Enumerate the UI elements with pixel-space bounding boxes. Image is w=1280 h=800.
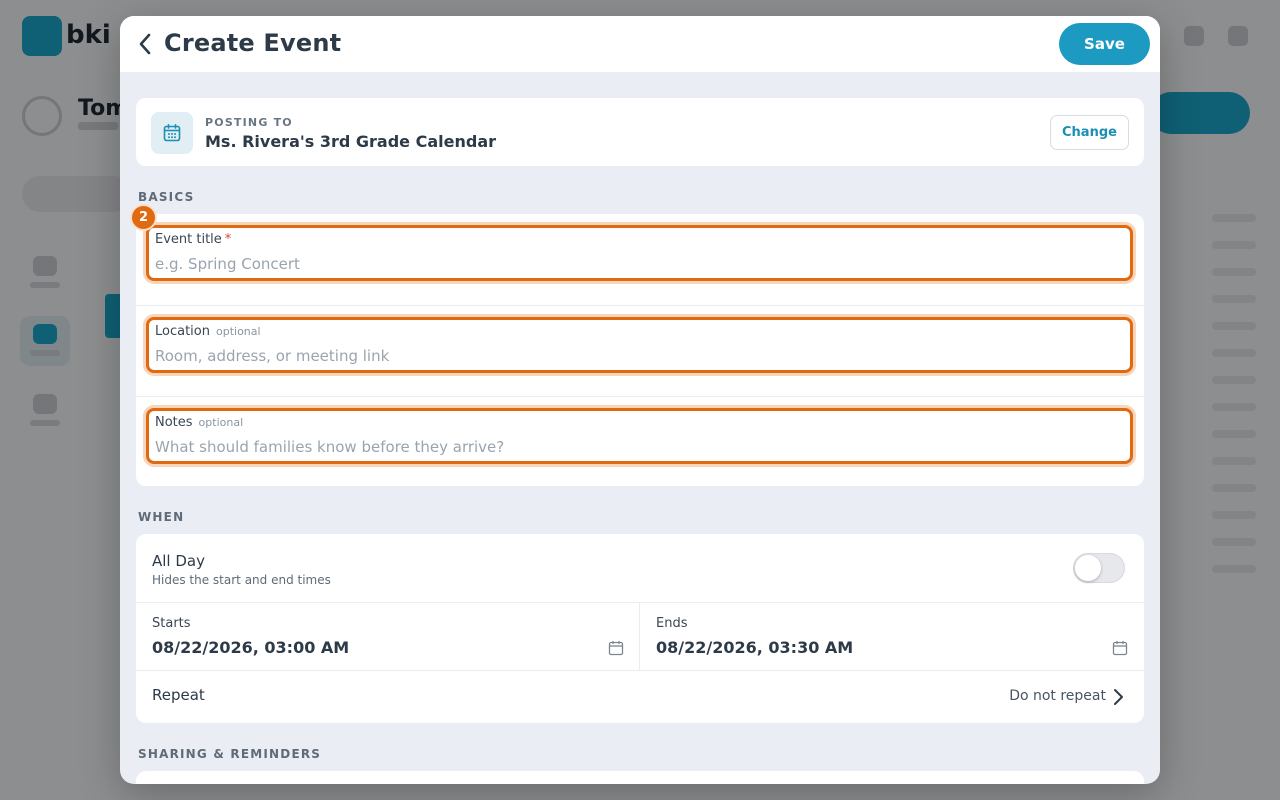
notes-field[interactable]: Notes optional xyxy=(146,408,1133,464)
event-title-row: Event title* 2 xyxy=(130,204,1144,305)
all-day-subtitle: Hides the start and end times xyxy=(152,573,331,587)
when-card: All Day Hides the start and end times St… xyxy=(136,534,1144,723)
when-section-label: WHEN xyxy=(138,510,185,524)
toggle-knob xyxy=(1075,555,1101,581)
posting-to-card: POSTING TO Ms. Rivera's 3rd Grade Calend… xyxy=(136,98,1144,166)
save-button[interactable]: Save xyxy=(1059,23,1150,65)
starts-value: 08/22/2026, 03:00 AM xyxy=(152,638,350,657)
basics-card: Event title* 2 Locationoptional Notesopt… xyxy=(130,204,1144,487)
create-event-dialog: Create Event Save POSTING TO Ms. Rivera'… xyxy=(120,16,1160,784)
event-title-input[interactable] xyxy=(155,253,1115,275)
calendar-icon xyxy=(1112,641,1128,656)
dialog-body[interactable]: POSTING TO Ms. Rivera's 3rd Grade Calend… xyxy=(120,72,1160,784)
posting-to-label: POSTING TO xyxy=(205,116,293,129)
optional-mark: optional xyxy=(198,416,244,429)
location-label: Location optional xyxy=(155,324,261,339)
starts-label: Starts xyxy=(152,616,191,631)
all-day-title: All Day xyxy=(152,552,205,570)
repeat-row[interactable]: Repeat Do not repeat xyxy=(136,670,1144,723)
location-input[interactable] xyxy=(155,345,1115,367)
basics-section-label: BASICS xyxy=(138,190,195,204)
chevron-right-icon xyxy=(1114,689,1123,705)
ends-value: 08/22/2026, 03:30 AM xyxy=(656,638,854,657)
sharing-card xyxy=(136,771,1144,784)
calendar-name: Ms. Rivera's 3rd Grade Calendar xyxy=(205,132,497,151)
notes-input[interactable] xyxy=(155,436,1115,458)
calendar-icon xyxy=(163,123,181,142)
calendar-badge xyxy=(151,112,193,154)
repeat-value: Do not repeat xyxy=(1009,688,1106,704)
calendar-icon xyxy=(608,641,624,656)
back-button[interactable] xyxy=(130,28,160,60)
location-field[interactable]: Location optional xyxy=(146,317,1133,373)
event-title-field[interactable]: Event title * xyxy=(146,225,1133,281)
required-mark: * xyxy=(224,232,232,247)
repeat-label: Repeat xyxy=(152,686,205,704)
notes-label: Notes optional xyxy=(155,415,244,430)
starts-picker[interactable]: Starts 08/22/2026, 03:00 AM xyxy=(136,602,640,670)
notes-row: Notes optional xyxy=(136,396,1144,487)
chevron-left-icon xyxy=(139,33,151,55)
step-badge: 2 xyxy=(130,204,157,231)
optional-mark: optional xyxy=(215,325,261,338)
dialog-title: Create Event xyxy=(164,29,342,57)
ends-picker[interactable]: Ends 08/22/2026, 03:30 AM xyxy=(640,602,1144,670)
change-calendar-button[interactable]: Change xyxy=(1050,115,1129,150)
all-day-toggle[interactable] xyxy=(1073,553,1125,583)
sharing-section-label: SHARING & REMINDERS xyxy=(138,747,322,761)
dialog-header: Create Event Save xyxy=(120,16,1160,72)
event-title-label: Event title * xyxy=(155,232,232,247)
location-row: Location optional xyxy=(136,305,1144,396)
ends-label: Ends xyxy=(656,616,688,631)
